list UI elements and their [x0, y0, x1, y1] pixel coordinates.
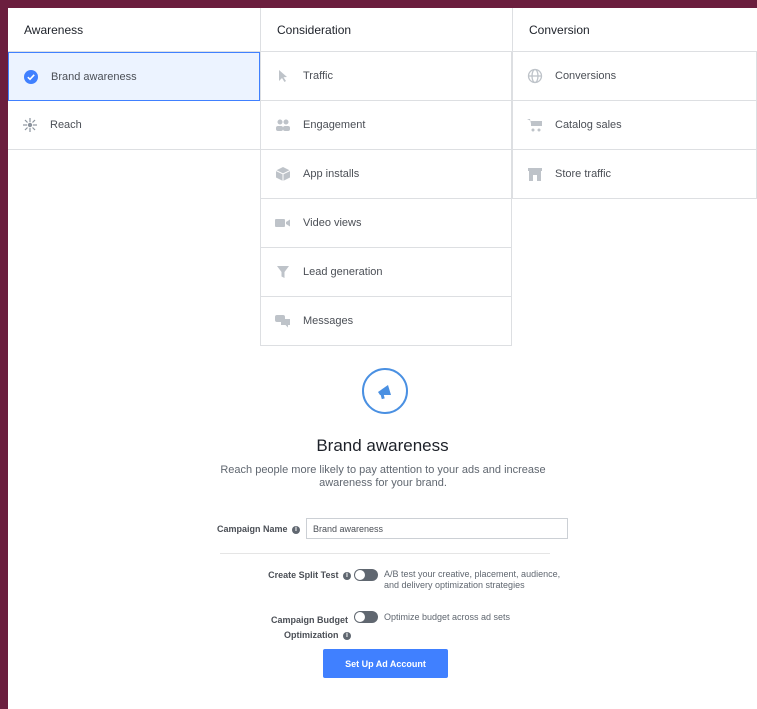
objective-messages[interactable]: Messages — [260, 297, 512, 346]
reach-icon — [22, 117, 38, 133]
objective-traffic[interactable]: Traffic — [260, 52, 512, 101]
split-test-label-row: Create Split Test i — [158, 570, 351, 580]
objective-video-views[interactable]: Video views — [260, 199, 512, 248]
check-circle-icon — [23, 69, 39, 85]
objective-label: Store traffic — [555, 168, 612, 180]
divider — [220, 553, 550, 554]
info-icon[interactable]: i — [292, 525, 300, 534]
cart-icon — [527, 117, 543, 133]
info-icon[interactable]: i — [343, 631, 351, 640]
campaign-name-input[interactable] — [306, 518, 568, 539]
column-conversion: Conversion Conversions Catalog sales Sto… — [512, 8, 757, 199]
campaign-name-label: Campaign Name — [216, 524, 288, 534]
store-icon — [527, 166, 543, 182]
budget-label-line-1: Campaign Budget — [270, 615, 348, 625]
budget-optimization-toggle[interactable] — [354, 611, 378, 623]
column-header-awareness: Awareness — [8, 8, 260, 52]
budget-label-row-2: Optimization i — [158, 630, 351, 640]
campaign-objective-panel: Awareness Brand awareness Reach Consider… — [8, 8, 757, 709]
split-test-description: A/B test your creative, placement, audie… — [384, 569, 561, 590]
budget-optimization-description: Optimize budget across ad sets — [384, 612, 511, 622]
objective-store-traffic[interactable]: Store traffic — [512, 150, 757, 199]
objective-lead-generation[interactable]: Lead generation — [260, 248, 512, 297]
objective-reach[interactable]: Reach — [8, 101, 260, 150]
objective-label: Lead generation — [303, 266, 383, 278]
objective-label: Conversions — [555, 70, 617, 82]
column-consideration: Consideration Traffic Engagement App ins… — [260, 8, 512, 346]
objective-catalog-sales[interactable]: Catalog sales — [512, 101, 757, 150]
split-test-toggle[interactable] — [354, 569, 378, 581]
campaign-name-label-row: Campaign Name i — [138, 524, 300, 534]
megaphone-icon — [362, 368, 408, 414]
cursor-icon — [275, 68, 291, 84]
objective-engagement[interactable]: Engagement — [260, 101, 512, 150]
detail-description: Reach people more likely to pay attentio… — [220, 464, 546, 489]
objective-label: Reach — [50, 119, 82, 131]
column-header-consideration: Consideration — [260, 8, 512, 52]
column-header-conversion: Conversion — [512, 8, 757, 52]
budget-label-line-2: Optimization — [283, 630, 339, 640]
globe-icon — [527, 68, 543, 84]
objective-app-installs[interactable]: App installs — [260, 150, 512, 199]
objective-label: Engagement — [303, 119, 366, 131]
objective-label: Brand awareness — [51, 70, 137, 83]
set-up-ad-account-button[interactable]: Set Up Ad Account — [323, 649, 448, 678]
objective-label: Traffic — [303, 70, 333, 82]
box-icon — [275, 166, 291, 182]
funnel-icon — [275, 264, 291, 280]
objective-label: App installs — [303, 168, 360, 180]
objective-label: Messages — [303, 315, 354, 327]
column-awareness: Awareness Brand awareness Reach — [8, 8, 260, 150]
chat-icon — [275, 313, 291, 329]
objective-label: Catalog sales — [555, 119, 622, 131]
info-icon[interactable]: i — [343, 571, 351, 580]
people-icon — [275, 117, 291, 133]
objective-brand-awareness[interactable]: Brand awareness — [8, 52, 260, 101]
video-icon — [275, 215, 291, 231]
objective-conversions[interactable]: Conversions — [512, 52, 757, 101]
objective-label: Video views — [303, 217, 362, 229]
split-test-label: Create Split Test — [268, 570, 339, 580]
detail-title: Brand awareness — [316, 436, 449, 455]
